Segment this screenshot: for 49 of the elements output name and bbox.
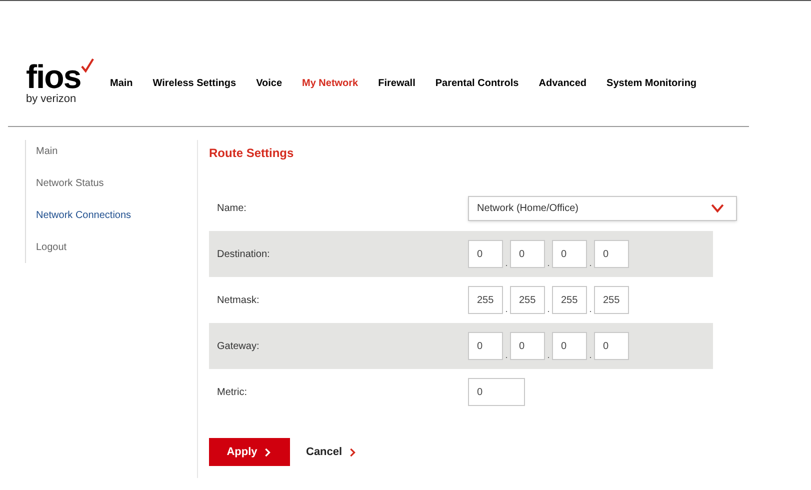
dot-separator: .: [588, 351, 593, 360]
nav-tab[interactable]: Advanced: [538, 76, 587, 90]
sidebar-item[interactable]: Logout: [36, 241, 197, 254]
ip-octet-field[interactable]: 0: [552, 332, 587, 360]
nav-tab[interactable]: Parental Controls: [435, 76, 519, 90]
logo-wordmark: fios: [26, 62, 81, 92]
ip-octet-field[interactable]: 0: [510, 240, 545, 268]
dot-separator: .: [504, 259, 509, 268]
name-select[interactable]: Network (Home/Office): [468, 196, 737, 220]
sidebar-item[interactable]: Network Status: [36, 177, 197, 190]
section-title: Route Settings: [209, 145, 295, 162]
dot-separator: .: [546, 305, 551, 314]
cancel-link[interactable]: Cancel: [306, 444, 358, 460]
sidebar-item[interactable]: Network Connections: [36, 209, 197, 222]
nav-tab[interactable]: Firewall: [378, 76, 416, 90]
chevron-right-icon: [263, 448, 272, 456]
ip-octet-field[interactable]: 0: [552, 240, 587, 268]
dot-separator: .: [546, 259, 551, 268]
ip-octet-field[interactable]: 0: [594, 332, 629, 360]
field-label: Netmask:: [216, 294, 260, 308]
dot-separator: .: [588, 305, 593, 314]
nav-tab[interactable]: System Monitoring: [606, 76, 697, 90]
dot-separator: .: [504, 305, 509, 314]
field-label: Destination:: [216, 248, 271, 262]
field-label: Name:: [216, 202, 248, 216]
metric-field[interactable]: 0: [468, 378, 525, 406]
chevron-right-icon: [348, 448, 358, 456]
apply-button[interactable]: Apply: [209, 438, 290, 466]
logo-tagline: by verizon: [26, 94, 78, 104]
ip-octet-field[interactable]: 0: [510, 332, 545, 360]
sidebar-item[interactable]: Main: [36, 145, 197, 158]
ip-octet-field[interactable]: 255: [552, 286, 587, 314]
dot-separator: .: [504, 351, 509, 360]
ip-octet-field[interactable]: 255: [510, 286, 545, 314]
nav-tab[interactable]: Main: [110, 76, 133, 90]
ip-octet-field[interactable]: 0: [468, 240, 503, 268]
ip-octet-field[interactable]: 0: [468, 332, 503, 360]
nav-tab[interactable]: Wireless Settings: [152, 76, 236, 90]
ip-octet-field[interactable]: 255: [468, 286, 503, 314]
field-label: Metric:: [216, 386, 248, 400]
ip-octet-field[interactable]: 0: [594, 240, 629, 268]
dot-separator: .: [588, 259, 593, 268]
chevron-down-icon: [711, 204, 724, 212]
nav-tab[interactable]: My Network: [302, 76, 358, 90]
field-label: Gateway:: [216, 340, 260, 354]
dot-separator: .: [546, 351, 551, 360]
nav-tab[interactable]: Voice: [256, 76, 282, 90]
ip-octet-field[interactable]: 255: [594, 286, 629, 314]
checkmark-icon: [80, 58, 94, 72]
